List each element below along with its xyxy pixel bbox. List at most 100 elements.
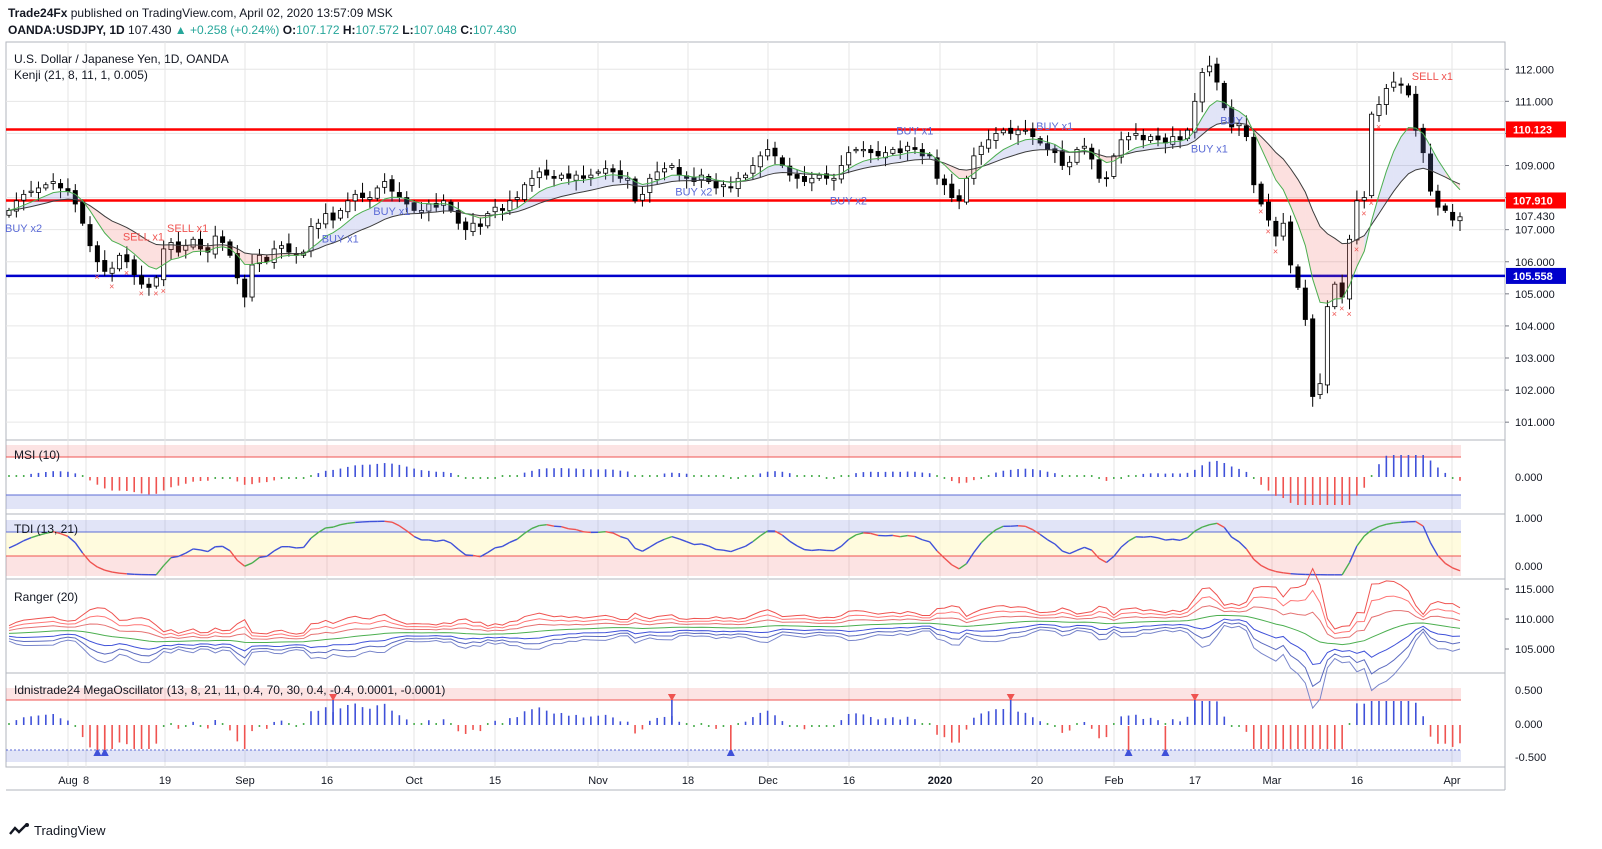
candle (558, 174, 564, 179)
ranger-tick: 110.000 (1515, 614, 1554, 626)
msi-lower-band (6, 495, 1461, 509)
candle (1258, 183, 1264, 205)
ma-cloud (1025, 139, 1033, 152)
candle (279, 245, 285, 249)
candle (286, 243, 292, 253)
candle (595, 171, 601, 174)
candle (1243, 125, 1249, 138)
candle (890, 149, 896, 154)
price-tick: 102.000 (1515, 385, 1555, 397)
signal-label: SELL x1 (123, 231, 164, 243)
candle (713, 181, 719, 189)
candle (109, 267, 115, 274)
candle (382, 181, 388, 188)
candle (58, 183, 64, 189)
ma-cloud (605, 174, 613, 187)
signal-marker: × (1332, 309, 1337, 319)
candle (323, 213, 329, 225)
candle (1383, 88, 1389, 105)
candle (1177, 136, 1183, 141)
ma-cloud (60, 191, 68, 200)
x-axis-label: 16 (1351, 775, 1363, 787)
candle (809, 177, 815, 184)
price-tick: 107.000 (1515, 225, 1555, 237)
signal-marker: × (139, 289, 144, 299)
ma-cloud (244, 253, 253, 265)
candle (1030, 128, 1036, 138)
candle (566, 173, 572, 179)
ma-cloud (1408, 127, 1416, 174)
x-axis-label: 18 (682, 775, 694, 787)
candle (1442, 205, 1448, 211)
tdi-segment (1018, 525, 1026, 528)
candle (124, 254, 130, 263)
price-tick: 103.000 (1515, 353, 1555, 365)
candle (94, 245, 100, 263)
candle (956, 195, 962, 202)
candle (463, 221, 469, 231)
x-axis-label: 8 (83, 775, 89, 787)
candle (1008, 127, 1014, 134)
x-axis-label: 20 (1031, 775, 1043, 787)
candle (1140, 134, 1146, 141)
candle (6, 210, 12, 216)
mega-tick: 0.000 (1515, 719, 1543, 731)
ma-cloud (148, 241, 157, 270)
candle (1354, 200, 1360, 241)
mega-title: Idnistrade24 MegaOscillator (13, 8, 21, … (14, 683, 445, 697)
tradingview-brand[interactable]: TradingView (8, 822, 106, 838)
candle (1067, 161, 1073, 168)
candle (1288, 221, 1294, 266)
x-axis-label: Dec (758, 775, 778, 787)
candle (1457, 216, 1463, 222)
ranger-title: Ranger (20) (14, 590, 78, 604)
mega-tick: 0.500 (1515, 685, 1543, 697)
candle (360, 192, 366, 198)
candle (21, 193, 27, 201)
tradingview-logo-icon (9, 823, 29, 835)
candle (816, 174, 822, 179)
candle (1096, 159, 1102, 179)
candle (1450, 211, 1456, 221)
chart-canvas[interactable]: Aug 8 19 Sep 16 Oct 15 Nov 18 Dec 16 2020 20 Feb 17 Mar… (0, 0, 1602, 849)
ma-cloud (959, 169, 967, 179)
candle (728, 186, 734, 189)
tdi-segment (804, 548, 812, 552)
candle (1265, 201, 1271, 221)
signal-marker: × (1339, 303, 1344, 313)
candle (757, 155, 763, 168)
signal-label: BUY x2 (675, 187, 712, 199)
ma-cloud (612, 174, 621, 186)
candle (860, 149, 866, 152)
signal-label: BUY x1 (1036, 121, 1073, 133)
candle (949, 183, 955, 198)
tdi-segment (907, 534, 916, 538)
candle (1391, 81, 1397, 88)
candle (50, 181, 56, 184)
main-pane-title: U.S. Dollar / Japanese Yen, 1D, OANDA (14, 52, 229, 66)
candle (139, 275, 145, 285)
candle (669, 165, 675, 168)
candle (146, 283, 152, 288)
candle (1435, 190, 1441, 208)
tdi-segment (716, 548, 724, 551)
candle (28, 190, 34, 193)
tdi-tick: 1.000 (1515, 513, 1543, 525)
candle (43, 184, 49, 189)
candle (1398, 83, 1404, 86)
ma-cloud (576, 180, 584, 194)
candle (102, 260, 108, 272)
candle (507, 200, 513, 211)
candle (772, 147, 778, 157)
candle (1000, 129, 1006, 134)
candle (941, 178, 947, 186)
candle (676, 167, 682, 176)
candle (1280, 222, 1286, 237)
candle (573, 174, 579, 181)
ma-cloud (1327, 233, 1335, 304)
x-axis-label: Feb (1105, 775, 1124, 787)
candle (897, 148, 903, 154)
candle (544, 169, 550, 176)
candle (551, 176, 557, 179)
ma-cloud (583, 179, 591, 192)
